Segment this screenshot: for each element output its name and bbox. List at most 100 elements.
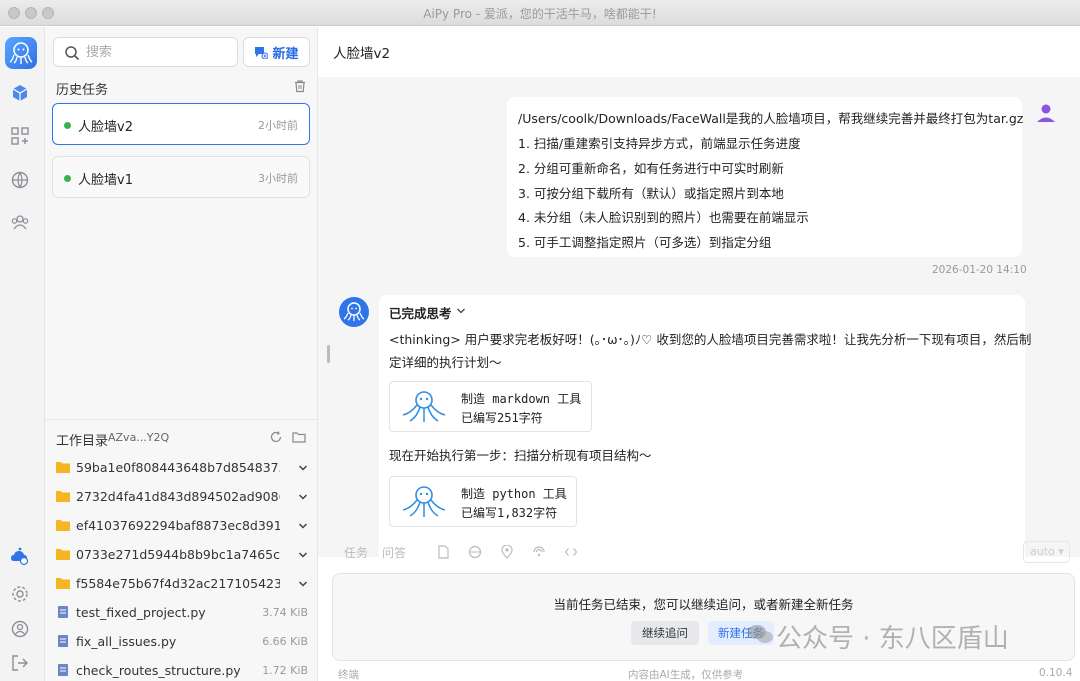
user-message-line: 3. 可按分组下载所有（默认）或指定照片到本地	[518, 186, 784, 201]
window-title: AiPy Pro - 爱派，您的干活牛马，啥都能干!	[423, 7, 657, 21]
python-file-icon	[56, 664, 70, 676]
code-icon[interactable]	[564, 545, 578, 559]
upload-file-icon[interactable]	[436, 545, 450, 559]
user-message-line: 4. 未分组（未人脸识别到的照片）也需要在前端显示	[518, 210, 809, 225]
octopus-icon	[398, 483, 450, 521]
workdir-title: 工作目录	[56, 434, 109, 449]
chevron-down-icon[interactable]	[298, 491, 308, 501]
signal-icon[interactable]	[532, 545, 546, 559]
title-bar: AiPy Pro - 爱派，您的干活牛马，啥都能干!	[0, 0, 1080, 26]
resize-handle[interactable]	[327, 345, 330, 363]
users-group-icon[interactable]	[10, 212, 30, 232]
status-dot	[64, 175, 71, 182]
file-name: 2732d4fa41d843d894502ad90862a	[76, 489, 280, 504]
user-avatar-icon	[1035, 102, 1057, 124]
folder-row[interactable]: 2732d4fa41d843d894502ad90862a	[45, 482, 318, 511]
octopus-icon	[398, 388, 450, 426]
model-select[interactable]: auto ▾	[1023, 541, 1070, 563]
input-toolbar: 任务 问答 auto ▾	[318, 537, 1080, 567]
tool-card[interactable]: 制造 python 工具 已编写1,832字符	[389, 476, 577, 527]
location-pin-icon[interactable]	[500, 544, 514, 559]
terminal-link[interactable]: 终端	[338, 667, 359, 681]
tab-ask[interactable]: 问答	[382, 544, 406, 561]
chevron-down-icon[interactable]	[456, 305, 466, 315]
folder-row[interactable]: 59ba1e0f808443648b7d854837597	[45, 453, 318, 482]
main-panel: 人脸墙v2 /Users/coolk/Downloads/FaceWall是我的…	[318, 27, 1080, 681]
search-box[interactable]	[53, 37, 238, 67]
assistant-message: 已完成思考 <thinking> 用户要求完老板好呀！(｡･ω･｡)ﾉ♡ 收到您…	[379, 295, 1031, 557]
new-chat-icon	[255, 47, 269, 59]
new-task-button[interactable]: 新建	[243, 37, 310, 67]
app-logo-icon	[5, 37, 37, 69]
folder-row[interactable]: f5584e75b67f4d32ac2171054235b	[45, 569, 318, 598]
file-name: 59ba1e0f808443648b7d854837597	[76, 460, 280, 475]
file-name: f5584e75b67f4d32ac2171054235b	[76, 576, 280, 591]
search-input[interactable]	[86, 43, 226, 61]
continue-ask-button[interactable]: 继续追问	[631, 621, 699, 645]
user-message: /Users/coolk/Downloads/FaceWall是我的人脸墙项目，…	[507, 97, 1024, 257]
file-size: 3.74 KiB	[262, 606, 308, 619]
thinking-text: 定详细的执行计划～	[389, 355, 502, 370]
thinking-toggle-label[interactable]: 已完成思考	[389, 303, 452, 322]
page-title: 人脸墙v2	[333, 46, 391, 62]
wechat-icon	[748, 625, 773, 643]
icon-rail	[0, 27, 45, 681]
folder-open-icon[interactable]	[292, 430, 306, 444]
file-name: check_routes_structure.py	[76, 663, 241, 678]
tool-count: 已编写251字符	[461, 411, 543, 425]
globe-icon[interactable]	[10, 170, 30, 190]
folder-icon	[56, 490, 70, 502]
apps-grid-icon[interactable]	[10, 126, 30, 146]
thinking-text: <thinking> 用户要求完老板好呀！(｡･ω･｡)ﾉ♡ 收到您的人脸墙项目…	[389, 332, 1032, 347]
user-message-line: 5. 可手工调整指定照片（可多选）到指定分组	[518, 235, 772, 250]
file-row[interactable]: test_fixed_project.py 3.74 KiB	[45, 598, 318, 627]
task-name: 人脸墙v1	[78, 173, 133, 188]
search-icon	[64, 45, 80, 61]
chevron-down-icon[interactable]	[298, 520, 308, 530]
file-name: fix_all_issues.py	[76, 634, 177, 649]
folder-icon	[56, 519, 70, 531]
python-file-icon	[56, 635, 70, 647]
message-timestamp: 2026-01-20 14:10	[932, 264, 1027, 276]
task-item[interactable]: 人脸墙v1 3小时前	[52, 156, 310, 198]
workdir-header: 工作目录 AZva...Y2Q	[45, 419, 318, 453]
tool-name: 制造 python 工具	[461, 487, 567, 501]
logout-icon[interactable]	[10, 653, 30, 673]
step-text: 现在开始执行第一步：扫描分析现有项目结构～	[389, 448, 652, 463]
file-name: test_fixed_project.py	[76, 605, 206, 620]
refresh-icon[interactable]	[269, 430, 283, 444]
user-message-line: 1. 扫描/重建索引支持异步方式，前端显示任务进度	[518, 136, 801, 151]
file-name: ef41037692294baf8873ec8d391ff14	[76, 518, 280, 533]
task-time: 2小时前	[258, 119, 298, 132]
trash-icon[interactable]	[293, 79, 307, 93]
folder-icon	[56, 577, 70, 589]
task-name: 人脸墙v2	[78, 120, 133, 135]
file-size: 6.66 KiB	[262, 635, 308, 648]
tool-name: 制造 markdown 工具	[461, 392, 582, 406]
tab-task[interactable]: 任务	[344, 544, 368, 561]
web-icon[interactable]	[468, 545, 482, 559]
chevron-down-icon[interactable]	[298, 549, 308, 559]
folder-row[interactable]: 0733e271d5944b8b9bc1a7465c6af	[45, 540, 318, 569]
account-icon[interactable]	[10, 619, 30, 639]
task-time: 3小时前	[258, 172, 298, 185]
file-row[interactable]: check_routes_structure.py 1.72 KiB	[45, 656, 318, 681]
task-ended-message: 当前任务已结束，您可以继续追问，或者新建全新任务	[553, 597, 854, 612]
version-label: 0.10.4	[1039, 667, 1073, 679]
sidebar: 新建 历史任务 人脸墙v2 2小时前 人脸墙v1 3小时前 工作目录 AZva.…	[45, 27, 318, 681]
tool-count: 已编写1,832字符	[461, 506, 558, 520]
chat-area: /Users/coolk/Downloads/FaceWall是我的人脸墙项目，…	[318, 77, 1080, 557]
folder-row[interactable]: ef41037692294baf8873ec8d391ff14	[45, 511, 318, 540]
file-row[interactable]: fix_all_issues.py 6.66 KiB	[45, 627, 318, 656]
folder-icon	[56, 461, 70, 473]
user-message-line: /Users/coolk/Downloads/FaceWall是我的人脸墙项目，…	[518, 111, 1024, 126]
task-item[interactable]: 人脸墙v2 2小时前	[52, 103, 310, 145]
tool-card[interactable]: 制造 markdown 工具 已编写251字符	[389, 381, 592, 432]
ai-disclaimer: 内容由AI生成，仅供参考	[628, 669, 744, 681]
tasks-cube-icon[interactable]	[10, 83, 30, 103]
settings-gear-icon[interactable]	[10, 584, 30, 604]
chevron-down-icon[interactable]	[298, 462, 308, 472]
chevron-down-icon[interactable]	[298, 578, 308, 588]
workdir-id: AZva...Y2Q	[108, 431, 170, 444]
cloud-upload-icon[interactable]	[10, 547, 30, 567]
